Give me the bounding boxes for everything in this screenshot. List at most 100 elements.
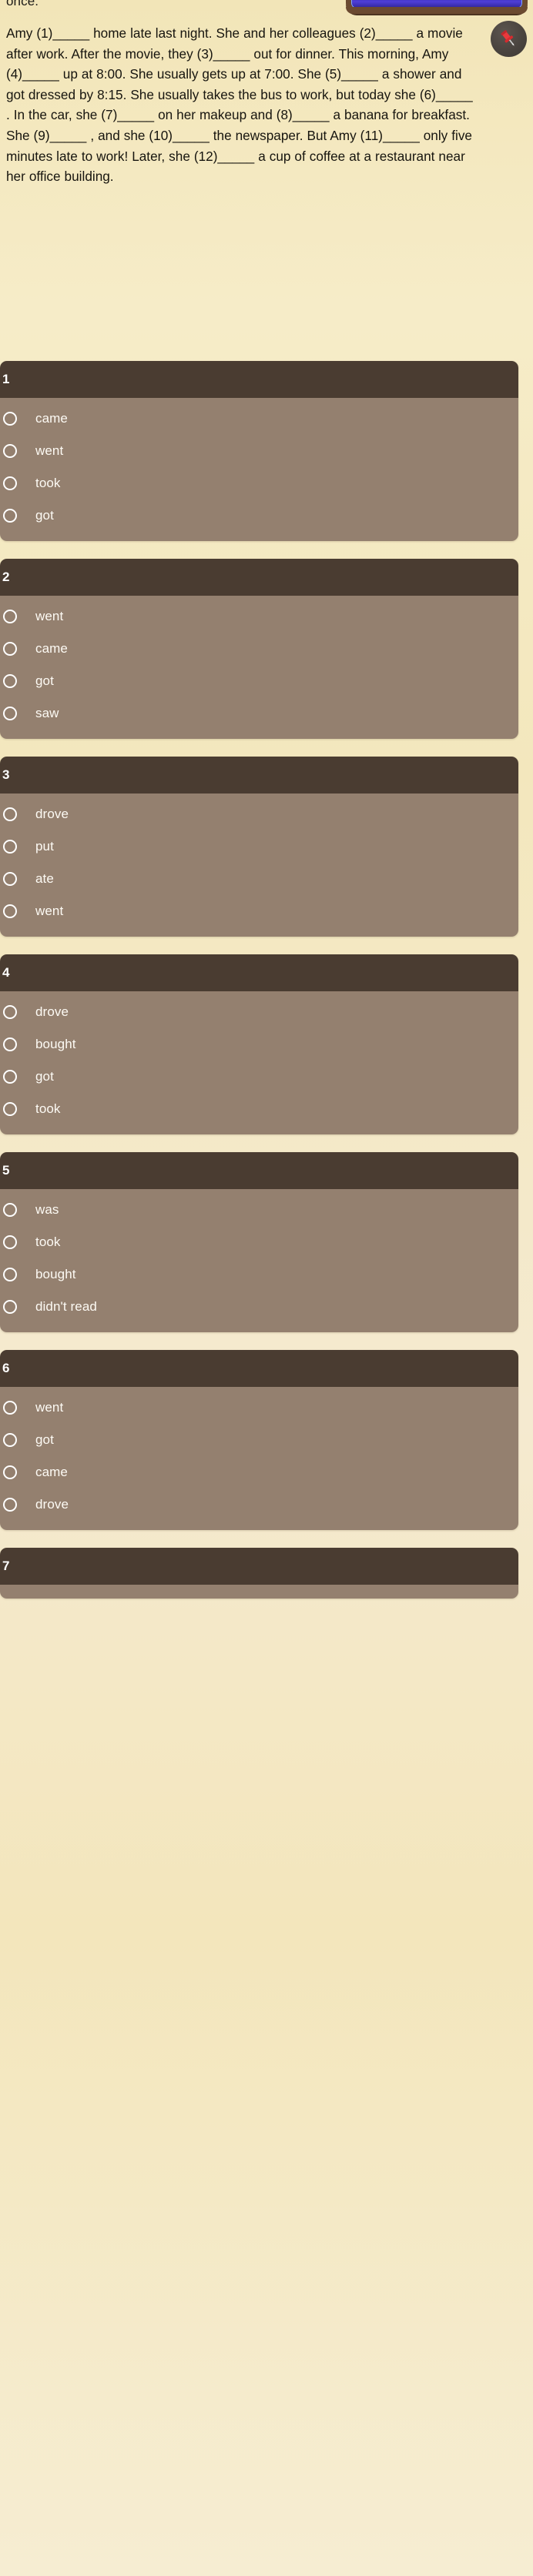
answer-option[interactable]: got — [0, 665, 518, 697]
answer-option[interactable]: came — [0, 403, 518, 435]
answer-option[interactable]: put — [0, 830, 518, 863]
radio-button-icon[interactable] — [3, 610, 17, 623]
answer-option-label: drove — [35, 807, 69, 821]
answer-option-label: got — [35, 1432, 54, 1447]
answer-option[interactable]: drove — [0, 1488, 518, 1521]
question-number: 2 — [0, 559, 518, 596]
answer-option[interactable]: saw — [0, 697, 518, 730]
answer-option[interactable]: went — [0, 600, 518, 633]
answer-option-label: bought — [35, 1267, 76, 1281]
partial-previous-text: once. — [6, 0, 39, 8]
answer-option-label: saw — [35, 706, 59, 720]
answer-option[interactable]: came — [0, 1456, 518, 1488]
progress-segment-divider — [458, 7, 459, 14]
answer-option-label: got — [35, 1069, 54, 1084]
answer-option[interactable]: came — [0, 633, 518, 665]
answer-option-label: didn't read — [35, 1299, 97, 1314]
answer-option[interactable]: went — [0, 1392, 518, 1424]
answer-option[interactable]: drove — [0, 798, 518, 830]
question-number: 3 — [0, 757, 518, 794]
answer-option[interactable]: got — [0, 1424, 518, 1456]
answer-option[interactable]: took — [0, 1093, 518, 1125]
options-group: drove bought got took — [0, 991, 518, 1134]
answer-option[interactable]: took — [0, 1226, 518, 1258]
pushpin-icon — [501, 30, 515, 46]
answer-option-label: came — [35, 641, 68, 656]
question-card: 3 drove put ate went — [0, 757, 518, 937]
answer-option-label: drove — [35, 1004, 69, 1019]
radio-button-icon[interactable] — [3, 1005, 17, 1019]
radio-button-icon[interactable] — [3, 1037, 17, 1051]
radio-button-icon[interactable] — [3, 1401, 17, 1415]
answer-option[interactable]: bought — [0, 1258, 518, 1291]
radio-button-icon[interactable] — [3, 1102, 17, 1116]
options-group: drove put ate went — [0, 794, 518, 937]
answer-option[interactable]: drove — [0, 996, 518, 1028]
radio-button-icon[interactable] — [3, 1268, 17, 1281]
questions-list: 1 came went took got 2 went came got saw 3 drove put… — [0, 361, 533, 1616]
question-number: 1 — [0, 361, 518, 398]
answer-option[interactable]: ate — [0, 863, 518, 895]
answer-option-label: got — [35, 508, 54, 523]
question-card: 5 was took bought didn't read — [0, 1152, 518, 1332]
question-number: 6 — [0, 1350, 518, 1387]
answer-option-label: drove — [35, 1497, 69, 1512]
answer-option[interactable]: got — [0, 499, 518, 532]
game-progress-bar — [346, 0, 528, 14]
radio-button-icon[interactable] — [3, 904, 17, 918]
answer-option-label: bought — [35, 1037, 76, 1051]
answer-option-label: was — [35, 1202, 59, 1217]
radio-button-icon[interactable] — [3, 840, 17, 854]
radio-button-icon[interactable] — [3, 509, 17, 523]
radio-button-icon[interactable] — [3, 1498, 17, 1512]
radio-button-icon[interactable] — [3, 872, 17, 886]
progress-segment-divider — [373, 7, 374, 14]
radio-button-icon[interactable] — [3, 1300, 17, 1314]
answer-option[interactable]: bought — [0, 1028, 518, 1061]
answer-option-label: came — [35, 411, 68, 426]
answer-option[interactable]: took — [0, 467, 518, 499]
answer-option-label: took — [35, 476, 61, 490]
options-group: went got came drove — [0, 1387, 518, 1530]
answer-option[interactable]: didn't read — [0, 1291, 518, 1323]
radio-button-icon[interactable] — [3, 1203, 17, 1217]
answer-option-label: went — [35, 443, 64, 458]
options-group: came went took got — [0, 398, 518, 541]
pin-button[interactable] — [491, 21, 527, 57]
reading-passage: Amy (1)_____ home late last night. She a… — [6, 25, 473, 185]
answer-option-label: took — [35, 1235, 61, 1249]
answer-option-label: went — [35, 1400, 64, 1415]
radio-button-icon[interactable] — [3, 412, 17, 426]
question-card: 4 drove bought got took — [0, 954, 518, 1134]
answer-option[interactable]: went — [0, 895, 518, 927]
radio-button-icon[interactable] — [3, 807, 17, 821]
radio-button-icon[interactable] — [3, 1235, 17, 1249]
question-card: 7 — [0, 1548, 518, 1599]
answer-option-label: went — [35, 904, 64, 918]
answer-option-label: went — [35, 609, 64, 623]
answer-option-label: got — [35, 673, 54, 688]
radio-button-icon[interactable] — [3, 642, 17, 656]
question-number: 4 — [0, 954, 518, 991]
question-card: 6 went got came drove — [0, 1350, 518, 1530]
radio-button-icon[interactable] — [3, 674, 17, 688]
radio-button-icon[interactable] — [3, 707, 17, 720]
answer-option-label: ate — [35, 871, 54, 886]
radio-button-icon[interactable] — [3, 1070, 17, 1084]
question-number: 5 — [0, 1152, 518, 1189]
question-card: 1 came went took got — [0, 361, 518, 541]
answer-option-label: came — [35, 1465, 68, 1479]
answer-option[interactable]: got — [0, 1061, 518, 1093]
answer-option-label: put — [35, 839, 54, 854]
options-group — [0, 1585, 518, 1599]
answer-option[interactable]: went — [0, 435, 518, 467]
question-number: 7 — [0, 1548, 518, 1585]
answer-option-label: took — [35, 1101, 61, 1116]
radio-button-icon[interactable] — [3, 1433, 17, 1447]
radio-button-icon[interactable] — [3, 476, 17, 490]
radio-button-icon[interactable] — [3, 444, 17, 458]
options-group: was took bought didn't read — [0, 1189, 518, 1332]
answer-option[interactable]: was — [0, 1194, 518, 1226]
radio-button-icon[interactable] — [3, 1465, 17, 1479]
options-group: went came got saw — [0, 596, 518, 739]
